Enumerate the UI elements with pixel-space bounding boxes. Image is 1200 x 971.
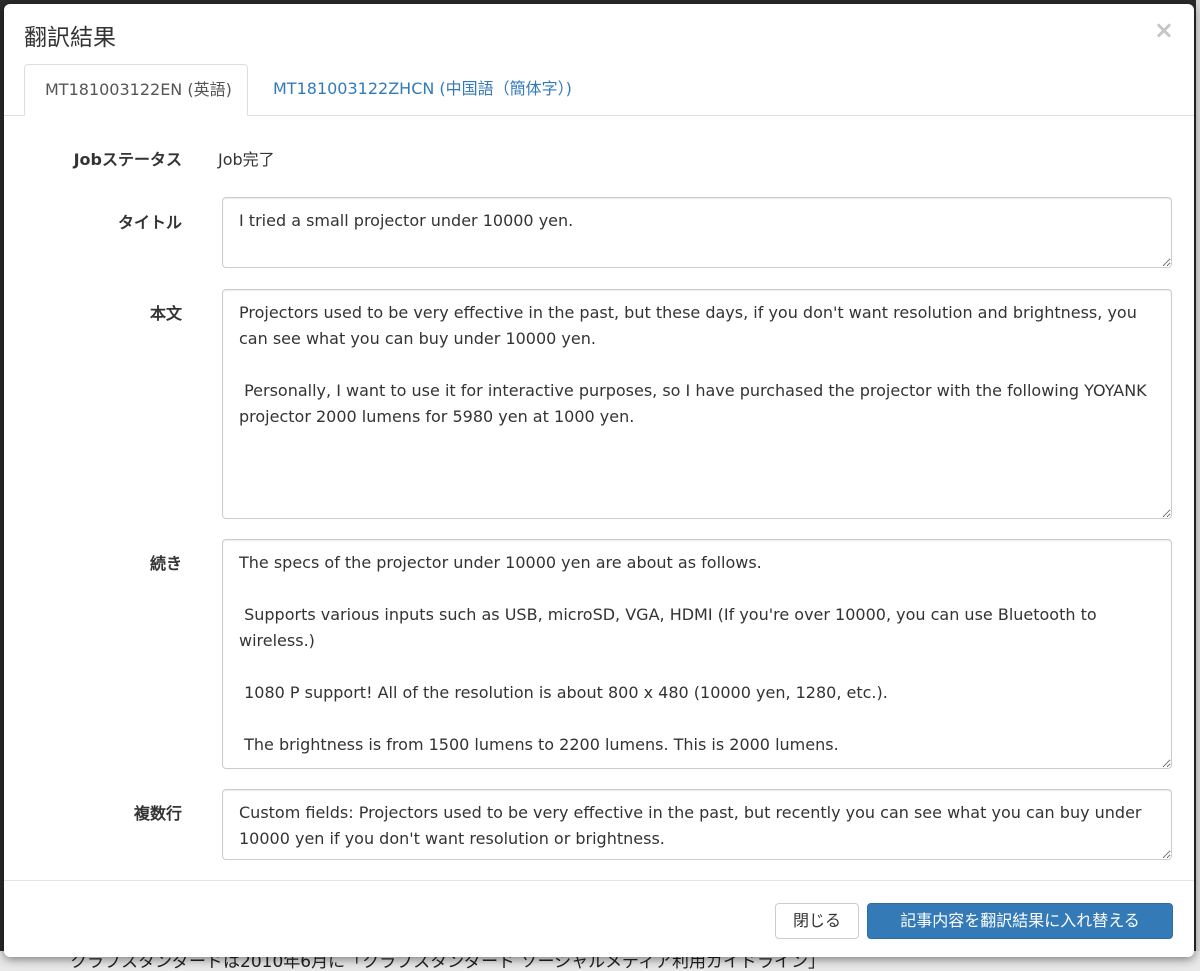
job-status-label: Jobステータス <box>73 150 182 169</box>
backdrop-right-edge <box>1196 0 1200 971</box>
title-label: タイトル <box>117 213 182 232</box>
body-label: 本文 <box>149 304 182 323</box>
continuation-field[interactable]: The specs of the projector under 10000 y… <box>222 539 1172 769</box>
close-icon[interactable]: × <box>1154 18 1174 42</box>
multiline-label: 複数行 <box>133 804 182 823</box>
multiline-field[interactable]: Custom fields: Projectors used to be ver… <box>222 789 1172 860</box>
replace-with-translation-button[interactable]: 記事内容を翻訳結果に入れ替える <box>867 903 1173 939</box>
job-status-value: Job完了 <box>218 150 275 169</box>
modal-header: 翻訳結果 × <box>4 4 1194 62</box>
title-field[interactable]: I tried a small projector under 10000 ye… <box>222 197 1172 268</box>
tab-chinese-simplified[interactable]: MT181003122ZHCN (中国語（簡体字）) <box>253 64 592 114</box>
close-button[interactable]: 閉じる <box>775 903 859 939</box>
translation-result-modal: 翻訳結果 × MT181003122EN (英語) MT181003122ZHC… <box>4 4 1194 957</box>
modal-title: 翻訳結果 <box>24 25 116 51</box>
modal-footer: 閉じる 記事内容を翻訳結果に入れ替える <box>4 880 1194 957</box>
continuation-label: 続き <box>149 554 182 573</box>
body-field[interactable]: Projectors used to be very effective in … <box>222 289 1172 519</box>
tab-english[interactable]: MT181003122EN (英語) <box>24 64 248 116</box>
language-tabs: MT181003122EN (英語) MT181003122ZHCN (中国語（… <box>4 64 1194 116</box>
